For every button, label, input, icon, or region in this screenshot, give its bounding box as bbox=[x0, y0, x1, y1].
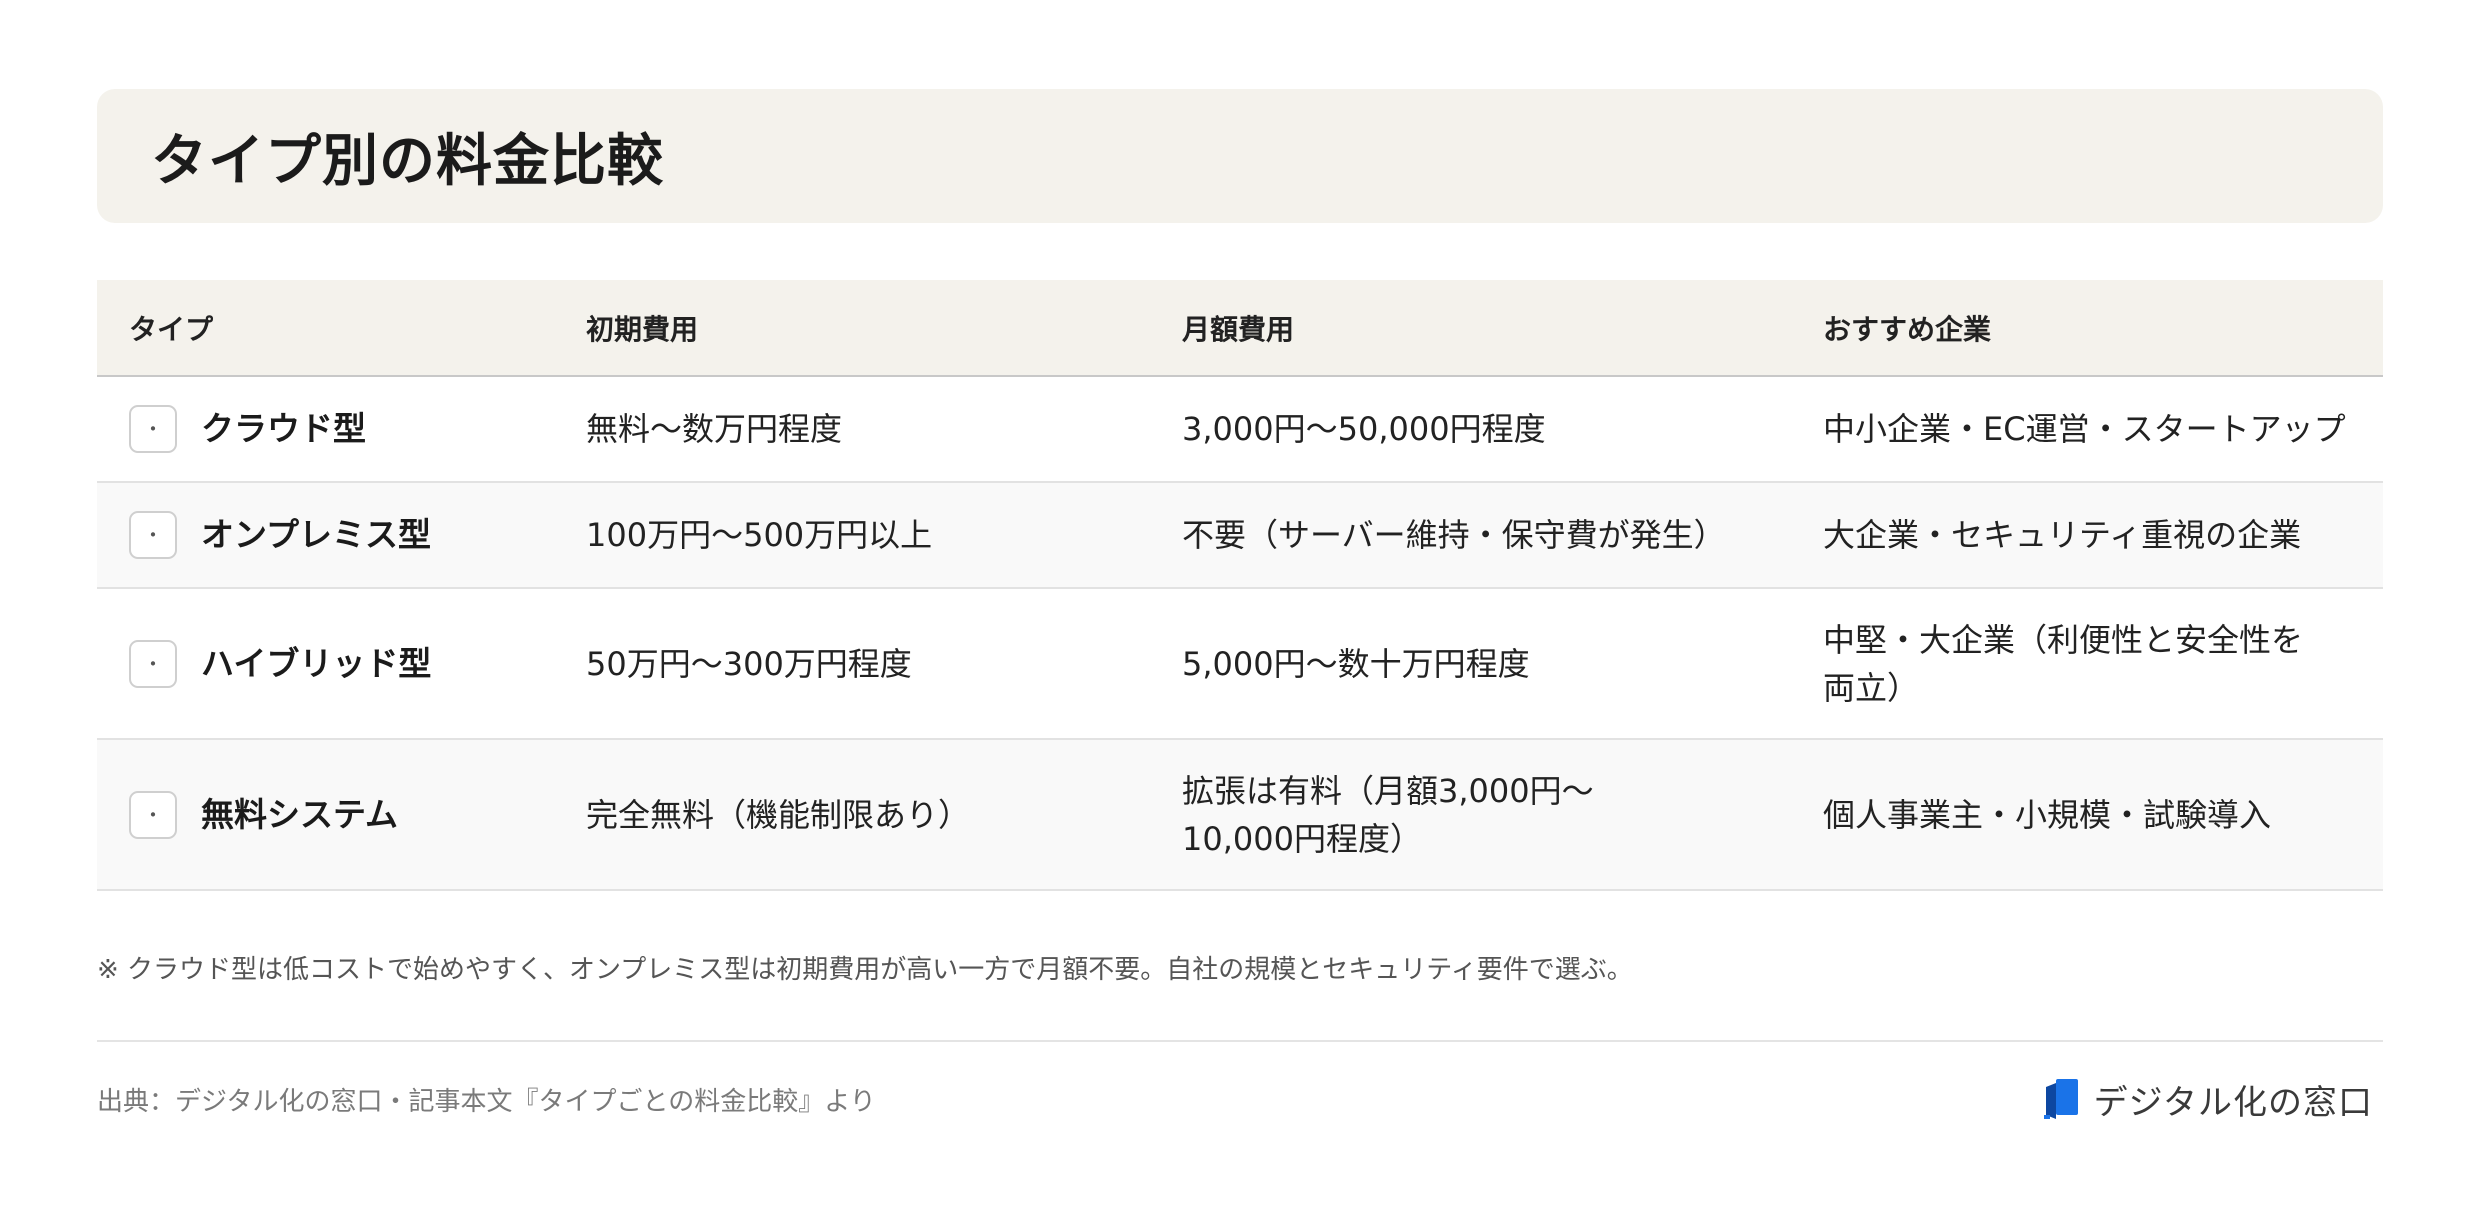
type-cell: ・ オンプレミス型 bbox=[97, 482, 586, 589]
type-cell: ・ クラウド型 bbox=[97, 376, 586, 483]
book-logo-icon bbox=[2043, 1079, 2078, 1119]
price-comparison-table: タイプ 初期費用 月額費用 おすすめ企業 ・ クラウド型 無料〜数万円程度 3,… bbox=[97, 280, 2383, 891]
table-header-row: タイプ 初期費用 月額費用 おすすめ企業 bbox=[97, 280, 2383, 377]
initial-cost-cell: 50万円〜300万円程度 bbox=[586, 588, 1182, 740]
dot-icon: ・ bbox=[129, 790, 177, 839]
type-cell: ・ ハイブリッド型 bbox=[97, 588, 586, 740]
monthly-cost-cell: 3,000円〜50,000円程度 bbox=[1182, 376, 1823, 483]
type-name: ハイブリッド型 bbox=[201, 643, 432, 683]
recommended-cell: 大企業・セキュリティ重視の企業 bbox=[1823, 482, 2383, 589]
footnote: ※ クラウド型は低コストで始めやすく、オンプレミス型は初期費用が高い一方で月額不… bbox=[97, 955, 1633, 985]
footer: 出典：デジタル化の窓口・記事本文『タイプごとの料金比較』より デジタル化の窓口 bbox=[97, 1074, 2383, 1124]
recommended-cell: 個人事業主・小規模・試験導入 bbox=[1823, 739, 2383, 891]
type-name: 無料システム bbox=[201, 794, 399, 834]
monthly-cost-cell: 拡張は有料（月額3,000円〜10,000円程度） bbox=[1182, 739, 1823, 891]
column-header-type: タイプ bbox=[97, 280, 586, 377]
dot-icon: ・ bbox=[129, 405, 177, 453]
recommended-cell: 中堅・大企業（利便性と安全性を両立） bbox=[1823, 588, 2383, 740]
recommended-cell: 中小企業・EC運営・スタートアップ bbox=[1823, 376, 2383, 483]
column-header-initial-cost: 初期費用 bbox=[586, 280, 1182, 377]
dot-icon: ・ bbox=[129, 511, 177, 559]
type-cell: ・ 無料システム bbox=[97, 739, 586, 891]
initial-cost-cell: 完全無料（機能制限あり） bbox=[586, 739, 1182, 891]
comparison-page: タイプ別の料金比較 タイプ 初期費用 月額費用 おすすめ企業 ・ クラウド型 無… bbox=[97, 89, 2383, 1124]
monthly-cost-cell: 不要（サーバー維持・保守費が発生） bbox=[1182, 482, 1823, 589]
source-citation: 出典：デジタル化の窓口・記事本文『タイプごとの料金比較』より bbox=[97, 1086, 876, 1117]
column-header-recommended: おすすめ企業 bbox=[1823, 280, 2383, 377]
initial-cost-cell: 無料〜数万円程度 bbox=[586, 376, 1182, 483]
dot-icon: ・ bbox=[129, 639, 177, 688]
monthly-cost-cell: 5,000円〜数十万円程度 bbox=[1182, 588, 1823, 740]
title-banner: タイプ別の料金比較 bbox=[97, 89, 2383, 223]
column-header-monthly-cost: 月額費用 bbox=[1182, 280, 1823, 377]
brand-logo: デジタル化の窓口 bbox=[2042, 1075, 2373, 1124]
brand-name: デジタル化の窓口 bbox=[2093, 1082, 2373, 1123]
page-title: タイプ別の料金比較 bbox=[151, 128, 664, 194]
initial-cost-cell: 100万円〜500万円以上 bbox=[586, 482, 1182, 589]
divider bbox=[97, 1040, 2383, 1042]
type-name: オンプレミス型 bbox=[201, 515, 432, 554]
table-row: ・ オンプレミス型 100万円〜500万円以上 不要（サーバー維持・保守費が発生… bbox=[97, 482, 2383, 589]
table-row: ・ ハイブリッド型 50万円〜300万円程度 5,000円〜数十万円程度 中堅・… bbox=[97, 588, 2383, 740]
table-row: ・ クラウド型 無料〜数万円程度 3,000円〜50,000円程度 中小企業・E… bbox=[97, 376, 2383, 483]
table-row: ・ 無料システム 完全無料（機能制限あり） 拡張は有料（月額3,000円〜10,… bbox=[97, 739, 2383, 891]
type-name: クラウド型 bbox=[201, 409, 366, 448]
